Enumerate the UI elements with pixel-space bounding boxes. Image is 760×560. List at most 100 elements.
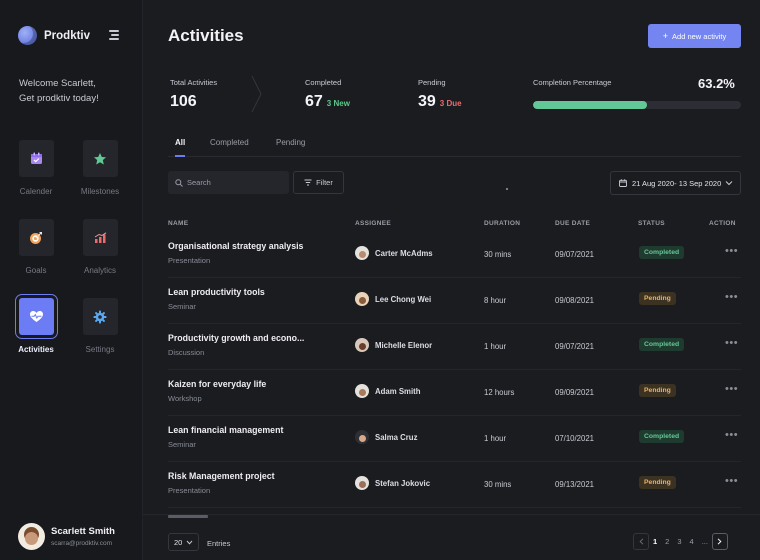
stat-label: Total Activities bbox=[170, 78, 218, 87]
calendar-icon bbox=[30, 152, 42, 164]
table-row[interactable]: Lean financial management Seminar Salma … bbox=[168, 416, 741, 462]
column-header-assignee[interactable]: ASSIGNEE bbox=[355, 220, 391, 227]
add-button-label: Add new activity bbox=[672, 31, 727, 41]
chevron-down-icon bbox=[186, 540, 193, 545]
duration: 12 hours bbox=[484, 388, 515, 397]
due-date: 09/13/2021 bbox=[555, 480, 595, 489]
status-badge: Pending bbox=[639, 384, 676, 397]
date-range-picker[interactable]: 21 Aug 2020- 13 Sep 2020 bbox=[610, 171, 741, 195]
sidebar-item-calender[interactable]: Calender bbox=[6, 140, 66, 196]
more-options-icon[interactable]: ••• bbox=[725, 291, 738, 303]
duration: 30 mins bbox=[484, 480, 512, 489]
tab-all[interactable]: All bbox=[175, 138, 186, 157]
user-name: Scarlett Smith bbox=[51, 526, 115, 537]
table-row[interactable]: Productivity growth and econo... Discuss… bbox=[168, 324, 741, 370]
sidebar-item-settings[interactable]: Settings bbox=[70, 298, 130, 354]
stat-value: 106 bbox=[170, 93, 197, 110]
assignee-name: Lee Chong Wei bbox=[375, 294, 432, 304]
brand[interactable]: Prodktiv bbox=[18, 26, 90, 45]
sidebar-item-label: Goals bbox=[25, 266, 47, 275]
column-header-status[interactable]: STATUS bbox=[638, 220, 665, 227]
duration: 1 hour bbox=[484, 434, 507, 443]
add-new-activity-button[interactable]: + Add new activity bbox=[648, 24, 741, 48]
star-icon bbox=[94, 152, 106, 164]
activity-name: Lean productivity tools bbox=[168, 287, 265, 297]
sidebar-item-label: Settings bbox=[85, 345, 115, 354]
chart-icon bbox=[94, 231, 106, 243]
next-page-button[interactable] bbox=[711, 533, 728, 550]
completion-label: Completion Percentage bbox=[533, 78, 612, 87]
tab-bar: All Completed Pending bbox=[168, 138, 741, 157]
search-icon bbox=[175, 178, 183, 187]
tab-pending[interactable]: Pending bbox=[276, 138, 305, 155]
sidebar-item-analytics[interactable]: Analytics bbox=[70, 219, 130, 275]
duration: 1 hour bbox=[484, 342, 507, 351]
page-2[interactable]: 2 bbox=[665, 537, 669, 546]
sidebar-item-milestones[interactable]: Milestones bbox=[70, 140, 130, 196]
column-header-due-date[interactable]: DUE DATE bbox=[555, 220, 590, 227]
sidebar: Prodktiv Welcome Scarlett, Get prodktiv … bbox=[0, 0, 143, 560]
avatar bbox=[355, 292, 369, 306]
page-1[interactable]: 1 bbox=[653, 537, 657, 546]
more-options-icon[interactable]: ••• bbox=[725, 383, 738, 395]
due-date: 09/07/2021 bbox=[555, 342, 595, 351]
table-row[interactable]: Risk Management project Presentation Ste… bbox=[168, 462, 741, 508]
column-header-duration[interactable]: DURATION bbox=[484, 220, 520, 227]
table-row[interactable]: Kaizen for everyday life Workshop Adam S… bbox=[168, 370, 741, 416]
activity-category: Workshop bbox=[168, 394, 202, 403]
assignee-name: Stefan Jokovic bbox=[375, 478, 431, 488]
partially-hidden-row bbox=[168, 515, 228, 519]
previous-page-button[interactable] bbox=[633, 533, 649, 550]
nav-tile bbox=[82, 140, 118, 177]
table-footer: 20 Entries 1 2 3 4 ... bbox=[143, 514, 760, 560]
per-page-value: 20 bbox=[174, 537, 183, 547]
more-options-icon[interactable]: ••• bbox=[725, 337, 738, 349]
activity-category: Seminar bbox=[168, 440, 196, 449]
table-row[interactable]: Lean productivity tools Seminar Lee Chon… bbox=[168, 278, 741, 324]
more-options-icon[interactable]: ••• bbox=[725, 475, 738, 487]
activity-category: Presentation bbox=[168, 256, 211, 265]
user-profile[interactable]: Scarlett Smith scarra@prodktiv.com bbox=[18, 523, 115, 550]
filter-icon bbox=[304, 179, 312, 186]
page-3[interactable]: 3 bbox=[677, 537, 681, 546]
status-badge: Completed bbox=[639, 246, 685, 259]
nav-tile bbox=[14, 294, 58, 339]
activity-name: Risk Management project bbox=[168, 471, 275, 481]
tab-completed[interactable]: Completed bbox=[210, 138, 249, 155]
due-date: 09/07/2021 bbox=[555, 250, 595, 259]
stat-new-count: 3 New bbox=[326, 99, 350, 108]
sidebar-item-activities[interactable]: Activities bbox=[6, 294, 66, 354]
decorative-dot bbox=[506, 188, 508, 190]
chevron-right-icon bbox=[251, 75, 262, 113]
search-input[interactable] bbox=[187, 178, 282, 187]
activity-name: Kaizen for everyday life bbox=[168, 379, 267, 389]
stat-completed: Completed 67 3 New bbox=[305, 78, 350, 111]
welcome-line-1: Welcome Scarlett, bbox=[19, 78, 96, 89]
status-badge: Pending bbox=[639, 292, 676, 305]
filter-button[interactable]: Filter bbox=[293, 171, 344, 194]
more-options-icon[interactable]: ••• bbox=[725, 429, 738, 441]
plus-icon: + bbox=[662, 31, 669, 41]
entries-label: Entries bbox=[207, 539, 231, 548]
avatar bbox=[355, 476, 369, 490]
nav-tile bbox=[18, 140, 54, 177]
chevron-left-icon bbox=[638, 538, 643, 545]
due-date: 09/09/2021 bbox=[555, 388, 595, 397]
sidebar-item-goals[interactable]: Goals bbox=[6, 219, 66, 275]
heart-pulse-icon bbox=[29, 311, 43, 322]
stat-value: 39 bbox=[418, 93, 436, 110]
column-header-action: ACTION bbox=[709, 220, 736, 227]
stat-value: 67 bbox=[305, 93, 323, 110]
more-options-icon[interactable]: ••• bbox=[725, 245, 738, 257]
due-date: 07/10/2021 bbox=[555, 434, 595, 443]
sidebar-item-label: Calender bbox=[19, 187, 53, 196]
brand-name: Prodktiv bbox=[44, 29, 91, 42]
user-email: scarra@prodktiv.com bbox=[51, 540, 113, 547]
search-box[interactable] bbox=[168, 171, 289, 194]
menu-toggle-icon[interactable] bbox=[107, 30, 119, 40]
entries-per-page-select[interactable]: 20 bbox=[168, 533, 199, 551]
column-header-name[interactable]: NAME bbox=[168, 220, 188, 227]
app-window: Prodktiv Welcome Scarlett, Get prodktiv … bbox=[0, 0, 760, 560]
page-4[interactable]: 4 bbox=[690, 537, 694, 546]
table-row[interactable]: Organisational strategy analysis Present… bbox=[168, 232, 741, 278]
